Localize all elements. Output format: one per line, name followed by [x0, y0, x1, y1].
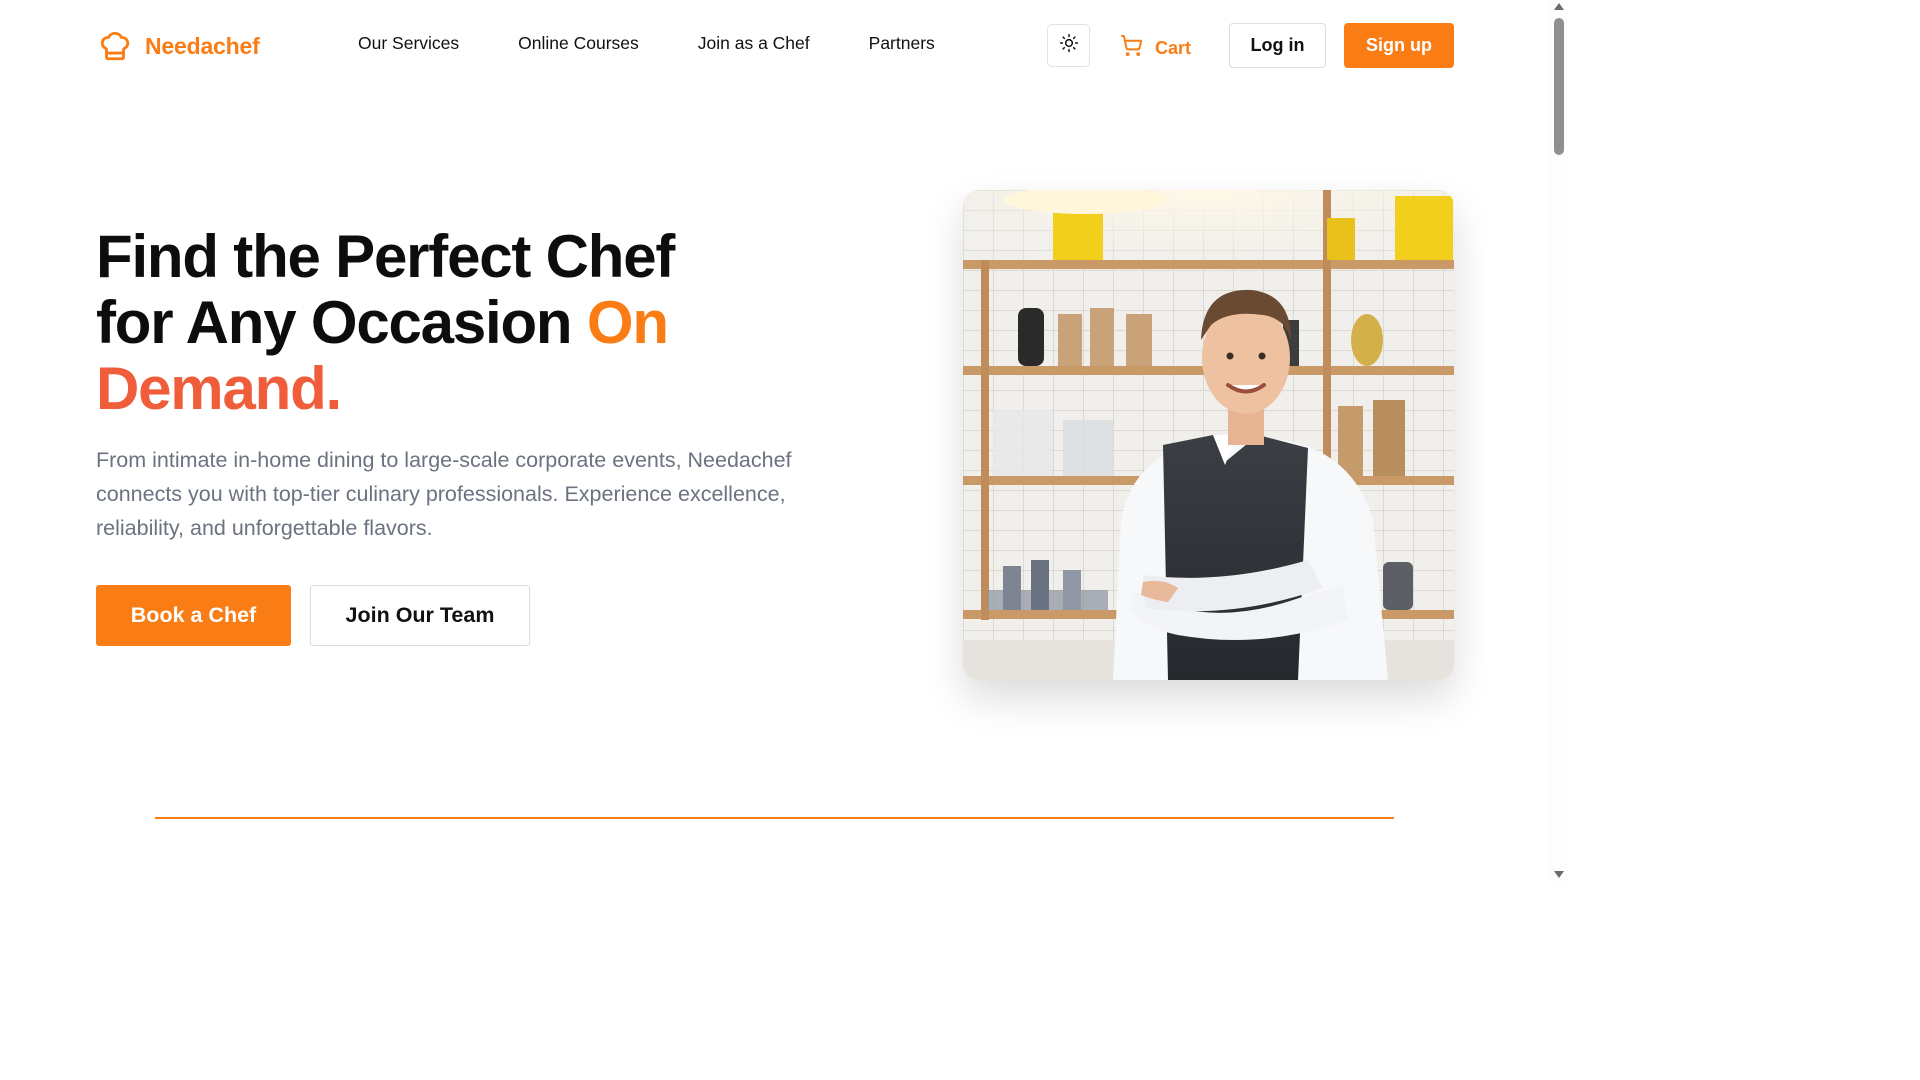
nav-item-join-as-a-chef[interactable]: Join as a Chef: [698, 33, 810, 54]
brand-logo[interactable]: Needachef: [97, 28, 260, 64]
site-header: Needachef Our Services Online Courses Jo…: [0, 0, 1550, 92]
vertical-scrollbar[interactable]: [1550, 0, 1568, 882]
join-our-team-button[interactable]: Join Our Team: [310, 585, 530, 646]
hero-title-line2: for Any Occasion: [96, 289, 573, 356]
hero-title-accent-demand: Demand.: [96, 355, 342, 422]
chef-photo: [963, 190, 1454, 680]
section-divider: [155, 817, 1394, 819]
sun-icon: [1059, 33, 1079, 58]
theme-toggle-button[interactable]: [1047, 24, 1090, 67]
cart-label: Cart: [1155, 37, 1192, 58]
nav-item-our-services[interactable]: Our Services: [358, 33, 459, 54]
nav-item-online-courses[interactable]: Online Courses: [518, 33, 639, 54]
cart-icon: [1120, 34, 1143, 62]
main-nav: Our Services Online Courses Join as a Ch…: [358, 33, 935, 54]
scroll-up-arrow-icon[interactable]: [1554, 3, 1564, 10]
signup-button[interactable]: Sign up: [1344, 23, 1454, 68]
hero-title: Find the Perfect Chef for Any Occasion O…: [96, 224, 856, 422]
hero-description: From intimate in-home dining to large-sc…: [96, 448, 792, 540]
cart-button[interactable]: Cart: [1120, 34, 1191, 62]
chef-hat-icon: [97, 28, 133, 64]
login-button[interactable]: Log in: [1229, 23, 1326, 68]
scroll-thumb[interactable]: [1554, 18, 1564, 155]
hero-title-accent-on: On: [586, 289, 669, 356]
scroll-down-arrow-icon[interactable]: [1554, 871, 1564, 878]
brand-name: Needachef: [145, 32, 260, 59]
hero-title-line1: Find the Perfect Chef: [96, 223, 675, 290]
nav-item-partners[interactable]: Partners: [869, 33, 935, 54]
book-a-chef-button[interactable]: Book a Chef: [96, 585, 291, 646]
